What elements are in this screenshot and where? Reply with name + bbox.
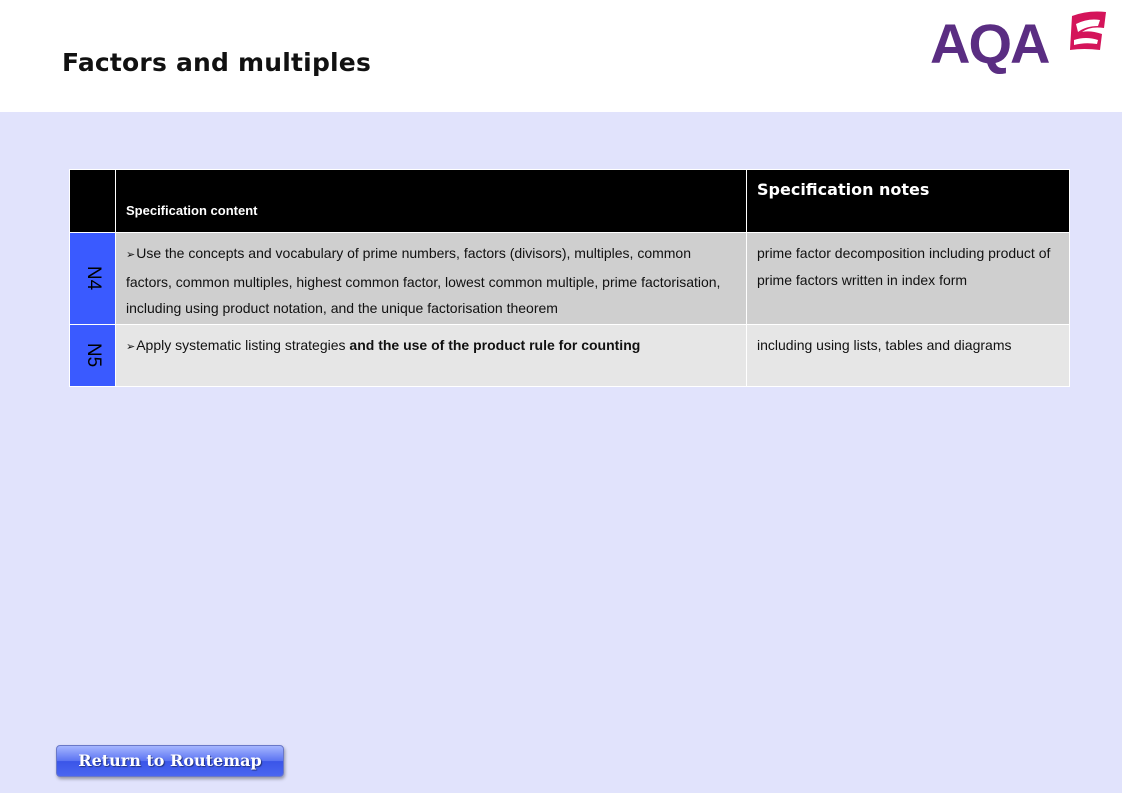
content-cell: ➢Apply systematic listing strategies and… — [115, 323, 747, 387]
arrow-bullet-icon: ➢ — [126, 340, 136, 353]
page-title: Factors and multiples — [62, 48, 372, 77]
content-text: Use the concepts and vocabulary of prime… — [126, 245, 721, 316]
table-header-row: Specification content Specification note… — [69, 169, 1070, 233]
header: Factors and multiples AQA — [0, 0, 1122, 112]
return-to-routemap-button[interactable]: Return to Routemap — [56, 745, 284, 777]
header-spec-notes: Specification notes — [746, 169, 1070, 233]
header-spec-content: Specification content — [115, 169, 747, 233]
code-label: N4 — [82, 266, 104, 291]
logo-mark-icon — [1070, 11, 1106, 50]
content-text: Apply systematic listing strategies — [136, 336, 350, 353]
specification-table: Specification content Specification note… — [69, 169, 1070, 387]
aqa-logo: AQA — [930, 8, 1110, 78]
table-row: N5 ➢Apply systematic listing strategies … — [69, 323, 1070, 387]
arrow-bullet-icon: ➢ — [126, 249, 136, 261]
notes-cell: prime factor decomposition including pro… — [746, 232, 1070, 325]
table-row: N4 ➢Use the concepts and vocabulary of p… — [69, 232, 1070, 325]
code-cell: N4 — [69, 232, 116, 325]
content-cell: ➢Use the concepts and vocabulary of prim… — [115, 232, 747, 325]
notes-cell: including using lists, tables and diagra… — [746, 323, 1070, 387]
header-code-cell — [69, 169, 116, 233]
code-cell: N5 — [69, 323, 116, 387]
code-label: N5 — [82, 342, 104, 368]
content-bold-text: and the use of the product rule for coun… — [349, 336, 641, 353]
logo-text: AQA — [930, 12, 1050, 75]
